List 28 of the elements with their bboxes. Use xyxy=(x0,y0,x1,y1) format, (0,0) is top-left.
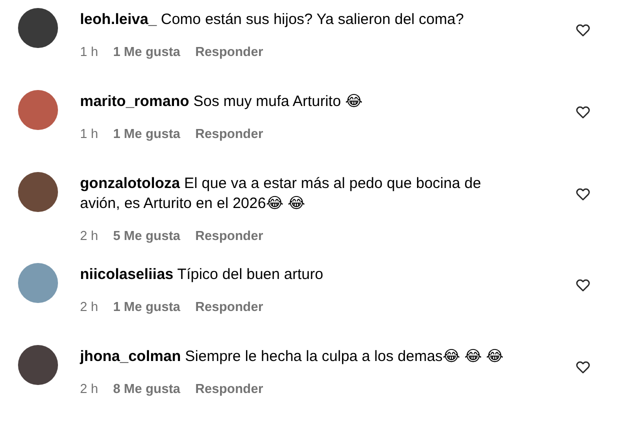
heart-icon[interactable] xyxy=(575,22,591,38)
comment-time: 1 h xyxy=(80,126,98,141)
avatar-photo[interactable] xyxy=(18,345,58,385)
likes-count[interactable]: 1 Me gusta xyxy=(113,299,180,314)
likes-count[interactable]: 1 Me gusta xyxy=(113,44,180,59)
comment-time: 2 h xyxy=(80,299,98,314)
comment-time: 1 h xyxy=(80,44,98,59)
likes-count[interactable]: 8 Me gusta xyxy=(113,381,180,396)
reply-link[interactable]: Responder xyxy=(195,228,264,243)
comment-text: marito_romano Sos muy mufa Arturito 😂 xyxy=(80,92,364,112)
comment-text: leoh.leiva_ Como están sus hijos? Ya salieron del coma? xyxy=(80,10,465,30)
reply-link[interactable]: Responder xyxy=(195,299,264,314)
likes-count[interactable]: 1 Me gusta xyxy=(113,126,180,141)
comment-text: gonzalotoloza El que va a estar más al pedo que bocina de avión, es Arturito en el 2026😂 😂 xyxy=(80,174,482,214)
comment-time: 2 h xyxy=(80,381,98,396)
likes-count[interactable]: 5 Me gusta xyxy=(113,228,180,243)
comment-time: 2 h xyxy=(80,228,98,243)
comment-text: niicolaseliias Típico del buen arturo xyxy=(80,265,324,285)
heart-icon[interactable] xyxy=(575,186,591,202)
reply-link[interactable]: Responder xyxy=(195,126,264,141)
heart-icon[interactable] xyxy=(575,277,591,293)
reply-link[interactable]: Responder xyxy=(195,44,264,59)
reply-link[interactable]: Responder xyxy=(195,381,264,396)
comment-text: jhona_colman Siempre le hecha la culpa a los demas😂 😂 😂 xyxy=(80,347,505,367)
avatar-photo[interactable] xyxy=(18,8,58,48)
heart-icon[interactable] xyxy=(575,104,591,120)
heart-icon[interactable] xyxy=(575,359,591,375)
avatar-photo[interactable] xyxy=(18,172,58,212)
